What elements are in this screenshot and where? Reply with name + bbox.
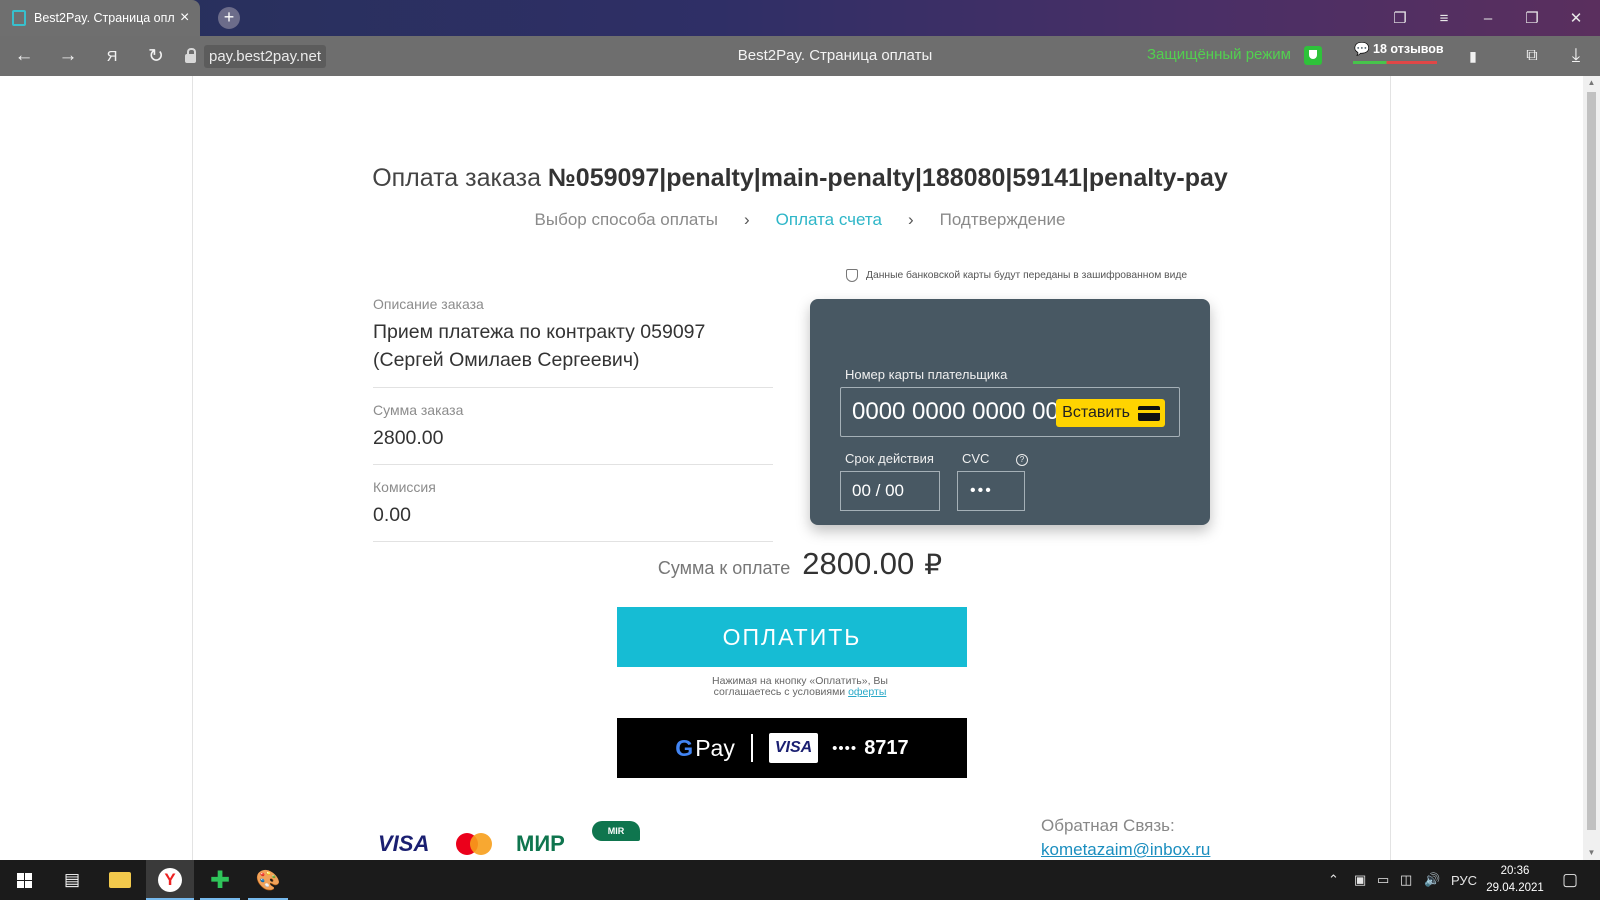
notifications-icon[interactable]: ▢ (1562, 860, 1578, 900)
step-confirmation[interactable]: Подтверждение (940, 210, 1066, 230)
network-icon[interactable]: ◫ (1400, 860, 1412, 900)
currency-symbol: ₽ (924, 549, 943, 580)
language-indicator[interactable]: РУС (1451, 860, 1477, 900)
protected-mode-label[interactable]: Защищённый режим (1147, 46, 1291, 63)
shield-icon (846, 269, 858, 282)
order-amount: Сумма заказа 2800.00 (373, 402, 773, 452)
menu-icon[interactable]: ≡ (1424, 0, 1464, 36)
clover-app-icon[interactable]: ✚ (196, 860, 244, 900)
browser-tab[interactable]: Best2Pay. Страница оплаты × (0, 0, 200, 36)
reviews-count[interactable]: 💬 18 отзывов (1354, 42, 1444, 57)
commission-label: Комиссия (373, 479, 436, 495)
help-icon[interactable]: ? (1016, 454, 1028, 466)
divider (373, 464, 773, 465)
paint-app-icon[interactable]: 🎨 (244, 860, 292, 900)
task-view-icon[interactable]: ▤ (48, 860, 96, 900)
chevron-right-icon: › (743, 210, 750, 229)
paste-button-label: Вставить (1062, 404, 1130, 421)
order-commission: Комиссия 0.00 (373, 479, 773, 529)
mir-badge-icon: MIR (592, 821, 640, 841)
secure-note: Данные банковской карты будут переданы в… (846, 269, 1187, 282)
gpay-label: Pay (695, 734, 735, 761)
offer-link[interactable]: оферты (848, 686, 886, 698)
card-form: Номер карты плательщика 0000 0000 0000 0… (810, 299, 1210, 525)
expiry-input[interactable]: 00 / 00 (840, 471, 940, 511)
gpay-separator (750, 734, 753, 762)
total-label: Сумма к оплате (657, 558, 791, 578)
tray-app-icon[interactable]: ▣ (1354, 860, 1366, 900)
order-title: Оплата заказа №059097|penalty|main-penal… (0, 164, 1600, 193)
card-number-placeholder: 0000 0000 0000 0000 (852, 398, 1086, 425)
total-row: Сумма к оплате 2800.00 ₽ (0, 546, 1600, 582)
windows-icon (16, 872, 32, 888)
file-explorer-icon[interactable] (96, 860, 144, 900)
terms-line-2: соглашаетесь с условиями оферты (0, 687, 1600, 698)
clock[interactable]: 20:36 29.04.2021 (1480, 863, 1550, 897)
page-viewport: Оплата заказа №059097|penalty|main-penal… (0, 76, 1600, 860)
minimize-icon[interactable]: – (1468, 0, 1508, 36)
restore-icon[interactable]: ❐ (1512, 0, 1552, 36)
reviews-rating-bar (1353, 61, 1437, 64)
close-window-icon[interactable]: ✕ (1556, 0, 1596, 36)
feedback-label: Обратная Связь: (1041, 816, 1175, 835)
start-button[interactable] (0, 860, 48, 900)
mir-logo-icon: МИР (516, 831, 565, 856)
terms-line-2-text: соглашаетесь с условиями (713, 686, 846, 698)
expiry-label: Срок действия (845, 451, 934, 466)
tab-title: Best2Pay. Страница оплаты (34, 11, 174, 25)
step-choose-method[interactable]: Выбор способа оплаты (535, 210, 718, 230)
commission-value: 0.00 (373, 504, 411, 526)
google-g-icon: G (675, 734, 694, 761)
order-description: Описание заказа Прием платежа по контрак… (373, 296, 773, 374)
clock-date: 29.04.2021 (1486, 882, 1544, 894)
new-tab-button[interactable]: + (218, 7, 240, 29)
order-number: №059097|penalty|main-penalty|188080|5914… (547, 164, 1228, 192)
feedback-email-link[interactable]: kometazaim@inbox.ru (1041, 840, 1210, 860)
yandex-browser-taskbar-icon[interactable]: Y (146, 860, 194, 900)
description-value: Прием платежа по контракту 059097 (Серге… (373, 321, 706, 371)
browser-tabbar: Best2Pay. Страница оплаты × + ❐ ≡ – ❐ ✕ (0, 0, 1600, 36)
scroll-down-icon[interactable]: ▼ (1583, 846, 1600, 860)
visa-card-icon: VISA (768, 733, 819, 763)
step-payment[interactable]: Оплата счета (776, 210, 882, 230)
tab-close-icon[interactable]: × (180, 9, 189, 27)
checkout-steps: Выбор способа оплаты › Оплата счета › По… (0, 210, 1600, 230)
tray-chevron-icon[interactable]: ⌃ (1328, 860, 1339, 900)
reviews-label: 18 отзывов (1373, 42, 1444, 56)
cvc-label: CVC (962, 451, 990, 466)
scroll-thumb[interactable] (1587, 92, 1596, 830)
divider (373, 387, 773, 388)
bookmarks-panel-icon[interactable]: ❐ (1380, 0, 1420, 36)
description-label: Описание заказа (373, 296, 484, 312)
paste-button[interactable]: Вставить (1056, 399, 1165, 427)
visa-logo-icon: VISA (378, 831, 430, 856)
amount-value: 2800.00 (373, 427, 444, 449)
pay-button[interactable]: ОПЛАТИТЬ (617, 607, 967, 667)
taskbar: ▤ Y ✚ 🎨 ⌃ ▣ ▭ ◫ 🔊 РУС 20:36 29.04.2021 ▢ (0, 860, 1600, 900)
terms-text: Нажимая на кнопку «Оплатить», Вы соглаша… (0, 676, 1600, 698)
card-number-input[interactable]: 0000 0000 0000 0000 Вставить (840, 387, 1180, 437)
divider (373, 541, 773, 542)
card-number-label: Номер карты плательщика (845, 367, 1008, 382)
order-title-prefix: Оплата заказа (372, 164, 541, 192)
tab-favicon-icon (12, 10, 26, 26)
google-pay-button[interactable]: G Pay VISA •••• 8717 (617, 718, 967, 778)
credit-card-icon (1138, 405, 1160, 421)
chevron-right-icon: › (907, 210, 914, 229)
volume-icon[interactable]: 🔊 (1424, 860, 1440, 900)
scroll-up-icon[interactable]: ▲ (1583, 76, 1600, 90)
secure-note-text: Данные банковской карты будут переданы в… (866, 270, 1188, 281)
page-scrollbar[interactable]: ▲ ▼ (1583, 76, 1600, 860)
cvc-input[interactable]: ••• (957, 471, 1025, 511)
clock-time: 20:36 (1500, 865, 1530, 877)
protect-shield-icon[interactable] (1304, 46, 1322, 65)
masked-card-dots: •••• (832, 739, 858, 757)
amount-label: Сумма заказа (373, 402, 464, 418)
battery-icon[interactable]: ▭ (1377, 860, 1389, 900)
card-last4: 8717 (864, 736, 909, 759)
mastercard-logo-icon (456, 833, 492, 855)
total-value: 2800.00 (802, 546, 915, 581)
